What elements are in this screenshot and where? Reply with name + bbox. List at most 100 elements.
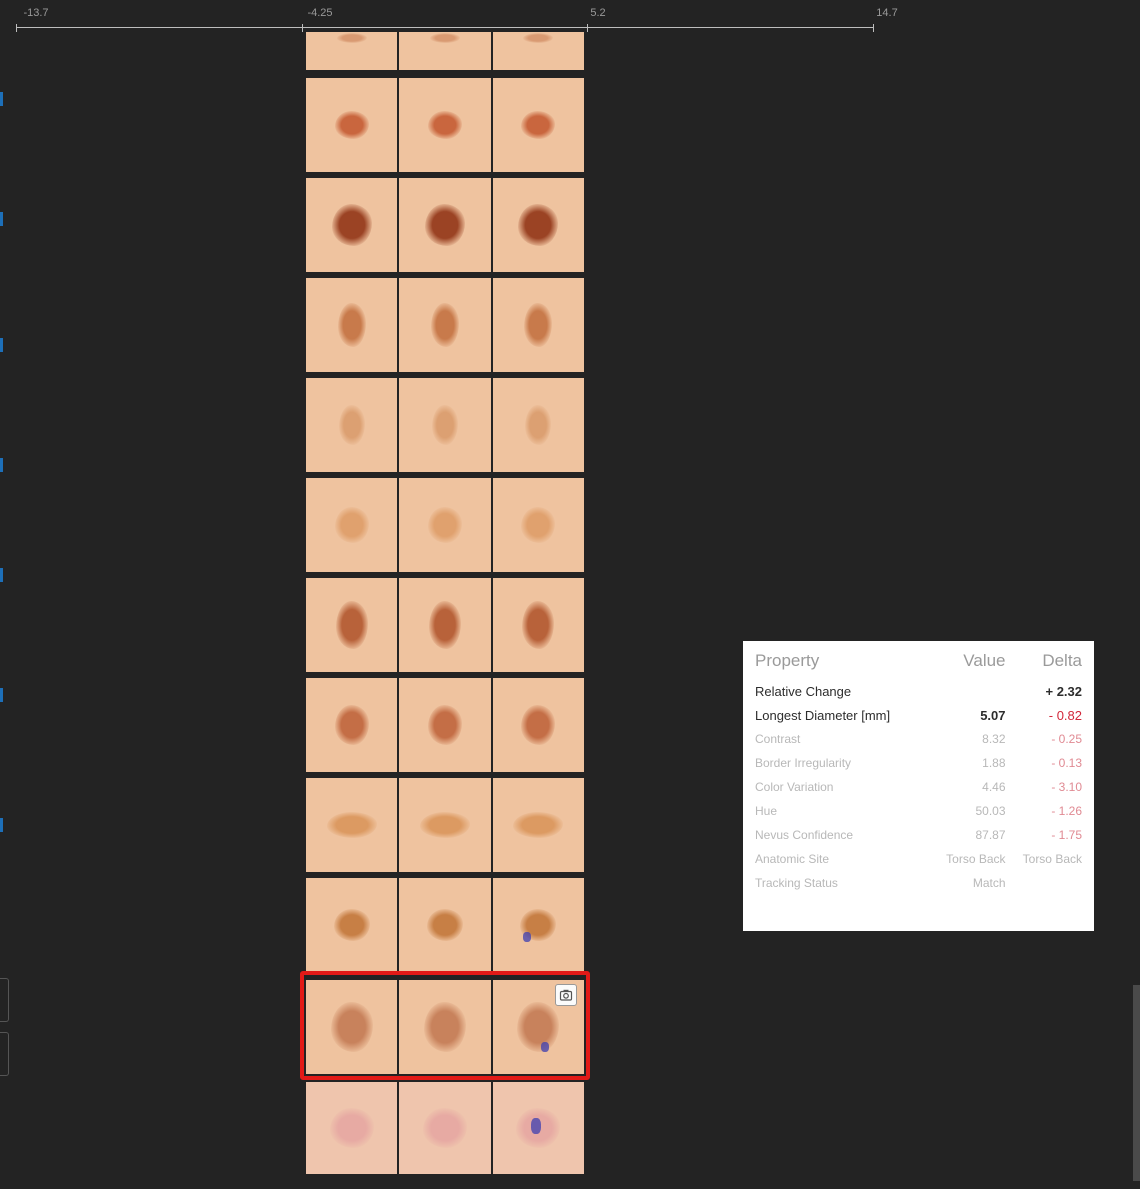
left-edge-marker: [0, 92, 3, 106]
lesion-row[interactable]: [306, 78, 584, 172]
lesion-thumbnail[interactable]: [492, 32, 584, 70]
lesion-thumbnail[interactable]: [492, 78, 584, 172]
properties-table: Property Value Delta Relative Change + 2…: [755, 651, 1082, 895]
lesion-thumbnail[interactable]: [492, 378, 584, 472]
ruler-tick-mark: [873, 24, 874, 32]
lesion-spot: [326, 812, 377, 838]
lesion-thumbnail[interactable]: [399, 678, 491, 772]
lesion-row[interactable]: [306, 278, 584, 372]
lesion-thumbnail[interactable]: [306, 778, 398, 872]
lesion-spot: [419, 812, 470, 838]
table-row: Hue 50.03 - 1.26: [755, 799, 1082, 823]
lesion-spot: [336, 33, 367, 43]
left-edge-marker: [0, 458, 3, 472]
lesion-thumbnail[interactable]: [306, 278, 398, 372]
lesion-thumbnail[interactable]: [306, 78, 398, 172]
property-value: Torso Back: [946, 852, 1006, 866]
lesion-spot: [525, 405, 552, 445]
ruler-tick-label: -4.25: [307, 7, 333, 19]
property-name: Longest Diameter [mm]: [755, 707, 891, 723]
lesion-spot: [331, 204, 372, 246]
lesion-spot: [513, 812, 564, 838]
property-name: Relative Change: [755, 683, 852, 699]
ruler-tick-mark: [16, 24, 17, 32]
lesion-thumbnail[interactable]: [399, 478, 491, 572]
left-edge-tab[interactable]: [0, 978, 9, 1022]
lesion-thumbnail[interactable]: [306, 378, 398, 472]
lesion-row[interactable]: [306, 578, 584, 672]
lesion-spot: [422, 1108, 467, 1148]
property-name: Hue: [755, 804, 778, 818]
lesion-thumbnail[interactable]: [492, 878, 584, 972]
left-edge-marker: [0, 568, 3, 582]
lesion-row[interactable]: [306, 778, 584, 872]
ruler-line: [16, 27, 874, 28]
lesion-thumbnail[interactable]: [399, 78, 491, 172]
lesion-spot: [333, 909, 370, 941]
lesion-thumbnail[interactable]: [399, 378, 491, 472]
lesion-thumbnail[interactable]: [492, 278, 584, 372]
lesion-row[interactable]: [306, 478, 584, 572]
table-row: Contrast 8.32 - 0.25: [755, 727, 1082, 751]
selected-lesion-frame[interactable]: [300, 971, 590, 1080]
lesion-thumbnail[interactable]: [399, 278, 491, 372]
lesion-row[interactable]: [306, 1082, 584, 1174]
lesion-spot: [427, 705, 462, 745]
camera-icon: [559, 989, 573, 1001]
lesion-spot: [431, 405, 458, 445]
lesion-thumbnail[interactable]: [399, 878, 491, 972]
lesion-thumbnail[interactable]: [399, 32, 491, 70]
lesion-thumbnail[interactable]: [492, 478, 584, 572]
property-delta: + 2.32: [1045, 683, 1082, 699]
lesion-spot: [430, 303, 459, 347]
lesion-thumbnail[interactable]: [306, 178, 398, 272]
property-name: Tracking Status: [755, 876, 838, 890]
lesion-thumbnail[interactable]: [306, 1082, 398, 1174]
lesion-row[interactable]: [306, 678, 584, 772]
lesion-spot: [428, 601, 461, 649]
lesion-thumbnail[interactable]: [306, 32, 398, 70]
property-delta: Torso Back: [1022, 852, 1082, 866]
lesion-thumbnail[interactable]: [306, 678, 398, 772]
lesion-thumbnail[interactable]: [306, 478, 398, 572]
ruler-tick-mark: [587, 24, 588, 32]
lesion-row[interactable]: [306, 178, 584, 272]
ink-mark: [522, 932, 531, 942]
lesion-spot: [334, 705, 369, 745]
property-delta: - 3.10: [1051, 780, 1082, 794]
lesion-thumbnail[interactable]: [492, 578, 584, 672]
lesion-thumbnail[interactable]: [306, 578, 398, 672]
lesion-spot: [426, 909, 463, 941]
lesion-spot: [427, 111, 462, 139]
lesion-row[interactable]: [306, 878, 584, 972]
header-value: Value: [963, 651, 1006, 670]
lesion-row[interactable]: [306, 378, 584, 472]
lesion-spot: [518, 204, 559, 246]
lesion-spot: [334, 507, 369, 543]
snapshot-button[interactable]: [555, 984, 577, 1006]
lesion-properties-panel: Property Value Delta Relative Change + 2…: [743, 641, 1094, 931]
lesion-row[interactable]: [306, 32, 584, 70]
lesion-thumbnail[interactable]: [492, 678, 584, 772]
property-value: [929, 679, 1005, 703]
lesion-spot: [334, 111, 369, 139]
lesion-thumbnail[interactable]: [399, 1082, 491, 1174]
lesion-thumbnail[interactable]: [399, 578, 491, 672]
vertical-scrollbar[interactable]: [1133, 985, 1140, 1181]
left-edge-tab[interactable]: [0, 1032, 9, 1076]
ruler-tick-label: 5.2: [590, 7, 606, 19]
ruler-tick-label: -13.7: [23, 7, 49, 19]
top-ruler: -13.7 -4.25 5.2 14.7: [0, 0, 1140, 36]
property-value: 4.46: [982, 780, 1006, 794]
lesion-thumbnail[interactable]: [306, 878, 398, 972]
lesion-spot: [335, 601, 368, 649]
lesion-thumbnail[interactable]: [492, 778, 584, 872]
property-delta: - 0.82: [1048, 707, 1082, 723]
lesion-spot: [523, 33, 554, 43]
property-name: Contrast: [755, 732, 801, 746]
lesion-thumbnail[interactable]: [399, 178, 491, 272]
lesion-thumbnail[interactable]: [492, 1082, 584, 1174]
lesion-thumbnail[interactable]: [492, 178, 584, 272]
lesion-thumbnail[interactable]: [399, 778, 491, 872]
lesion-spot: [524, 303, 553, 347]
